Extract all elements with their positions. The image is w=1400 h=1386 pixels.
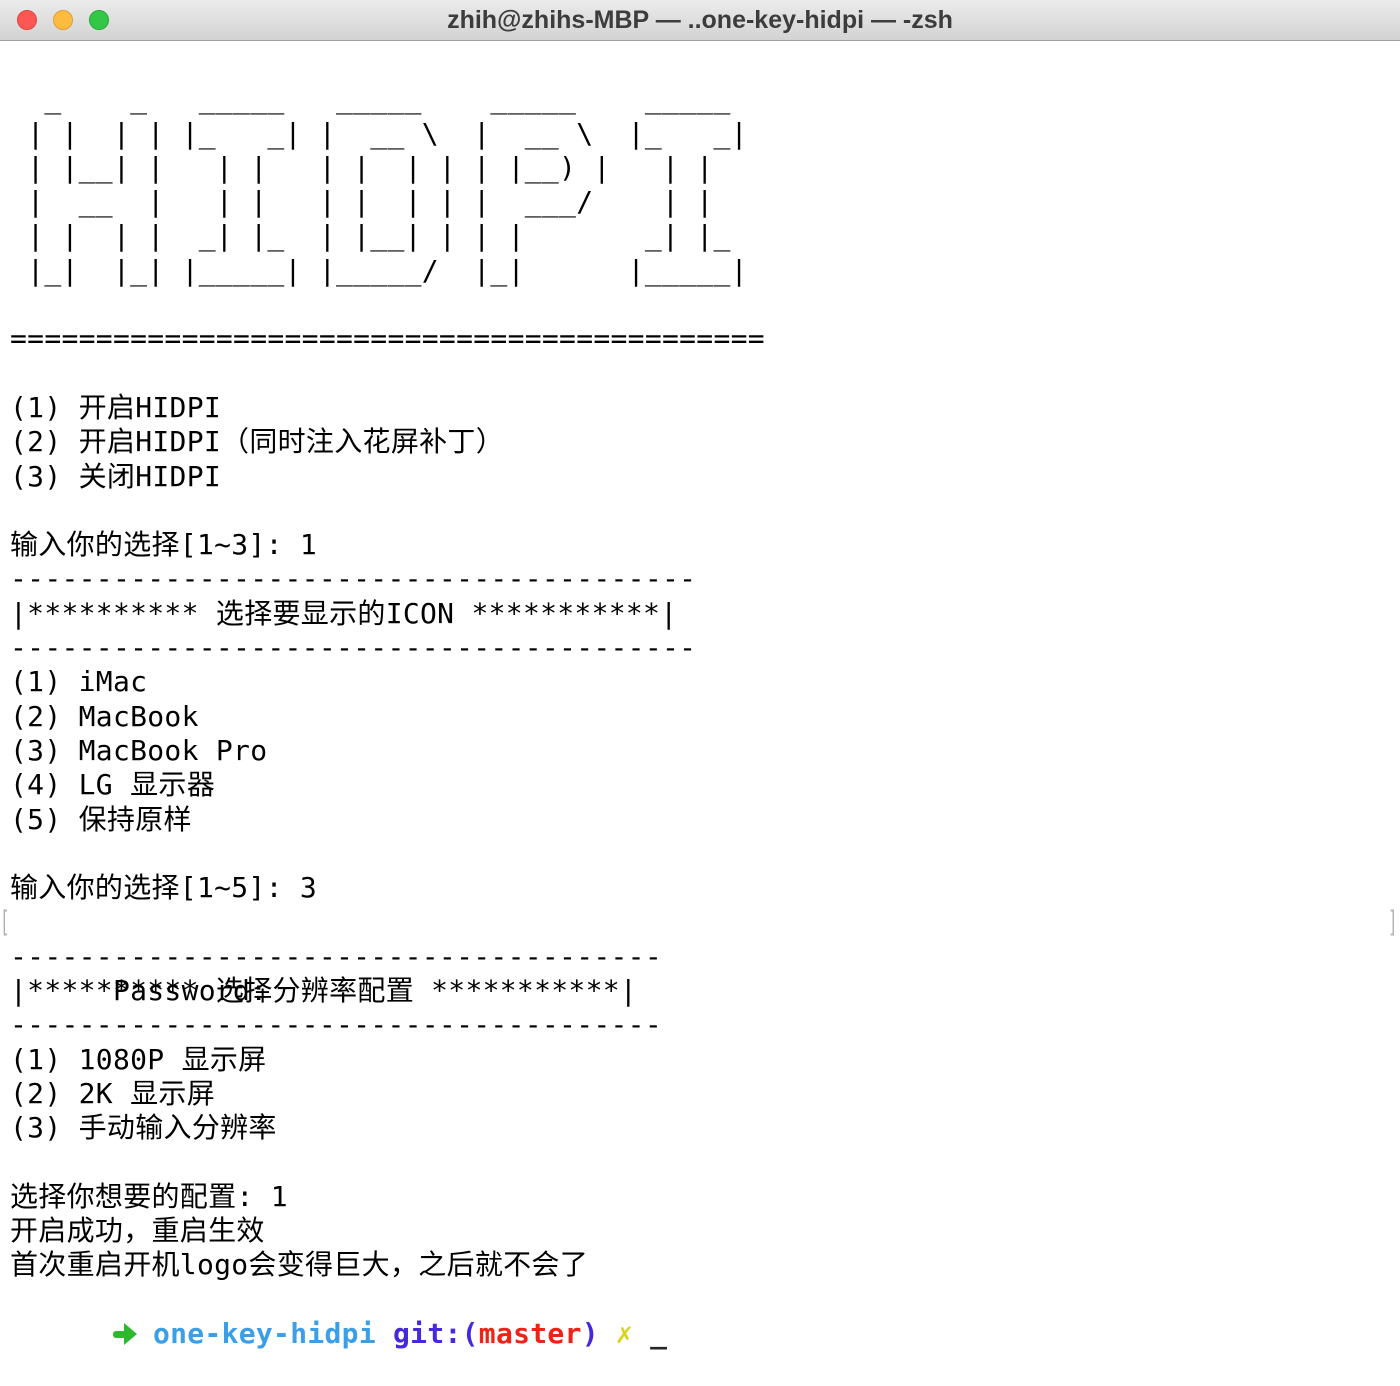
terminal-window: zhih@zhihs-MBP — ..one-key-hidpi — -zsh … xyxy=(0,0,1400,1327)
icon-option: (3) MacBook Pro xyxy=(10,734,1390,768)
git-dirty-icon: ✗ xyxy=(616,1317,633,1350)
result-line: 开启成功，重启生效 xyxy=(10,1214,1390,1248)
ascii-art-line: | | | | _| |_ | |__| | | | _| |_ xyxy=(10,219,1390,253)
password-prompt-line[interactable]: [ Password: ] xyxy=(10,905,1390,939)
shell-prompt-line[interactable]: one-key-hidpigit:(master)✗_ xyxy=(10,1283,1390,1317)
choice-prompt-1: 输入你的选择[1~3]: 1 xyxy=(10,528,1390,562)
blank-line xyxy=(10,288,1390,322)
choice-prompt-2: 输入你的选择[1~5]: 3 xyxy=(10,871,1390,905)
terminal-mark-right: ] xyxy=(1388,905,1398,939)
resolution-option: (3) 手动输入分辨率 xyxy=(10,1111,1390,1145)
prompt-directory: one-key-hidpi xyxy=(153,1317,376,1350)
ascii-art-line: |_| |_| |_____| |_____/ |_| |_____| xyxy=(10,254,1390,288)
resolution-option: (1) 1080P 显示屏 xyxy=(10,1043,1390,1077)
dash-separator: ---------------------------------------- xyxy=(10,562,1390,596)
icon-option: (4) LG 显示器 xyxy=(10,768,1390,802)
titlebar[interactable]: zhih@zhihs-MBP — ..one-key-hidpi — -zsh xyxy=(0,0,1400,41)
git-prefix: git:( xyxy=(393,1317,479,1350)
terminal-content[interactable]: _ _ _____ _____ _____ _____ | | | | |_ _… xyxy=(0,41,1400,1317)
ascii-art-line: | __ | | | | | | | | ___/ | | xyxy=(10,185,1390,219)
icon-section-header: |********** 选择要显示的ICON ***********| xyxy=(10,597,1390,631)
ascii-art-line: | |__| | | | | | | | | |__) | | | xyxy=(10,151,1390,185)
dash-separator: -------------------------------------- xyxy=(10,940,1390,974)
git-suffix: ) xyxy=(582,1317,599,1350)
blank-line xyxy=(10,1146,1390,1180)
git-branch: master xyxy=(479,1317,582,1350)
window-title: zhih@zhihs-MBP — ..one-key-hidpi — -zsh xyxy=(0,0,1400,41)
resolution-section-header: |********** 选择分辨率配置 ***********| xyxy=(10,974,1390,1008)
menu-option: (2) 开启HIDPI（同时注入花屏补丁） xyxy=(10,425,1390,459)
ascii-art-line: | | | | |_ _| | __ \ | __ \ |_ _| xyxy=(10,117,1390,151)
icon-option: (2) MacBook xyxy=(10,700,1390,734)
dash-separator: ---------------------------------------- xyxy=(10,631,1390,665)
result-line: 首次重启开机logo会变得巨大，之后就不会了 xyxy=(10,1248,1390,1282)
blank-line xyxy=(10,357,1390,391)
terminal-cursor: _ xyxy=(650,1317,667,1350)
ascii-art-line: _ _ _____ _____ _____ _____ xyxy=(10,82,1390,116)
config-prompt: 选择你想要的配置: 1 xyxy=(10,1180,1390,1214)
blank-line xyxy=(10,494,1390,528)
blank-line xyxy=(10,837,1390,871)
separator-equals: ========================================… xyxy=(10,322,1390,356)
menu-option: (3) 关闭HIDPI xyxy=(10,460,1390,494)
prompt-arrow-icon xyxy=(113,1321,137,1347)
resolution-option: (2) 2K 显示屏 xyxy=(10,1077,1390,1111)
dash-separator: -------------------------------------- xyxy=(10,1008,1390,1042)
terminal-mark-left: [ xyxy=(0,905,10,939)
blank-line xyxy=(10,48,1390,82)
menu-option: (1) 开启HIDPI xyxy=(10,391,1390,425)
icon-option: (1) iMac xyxy=(10,665,1390,699)
icon-option: (5) 保持原样 xyxy=(10,803,1390,837)
